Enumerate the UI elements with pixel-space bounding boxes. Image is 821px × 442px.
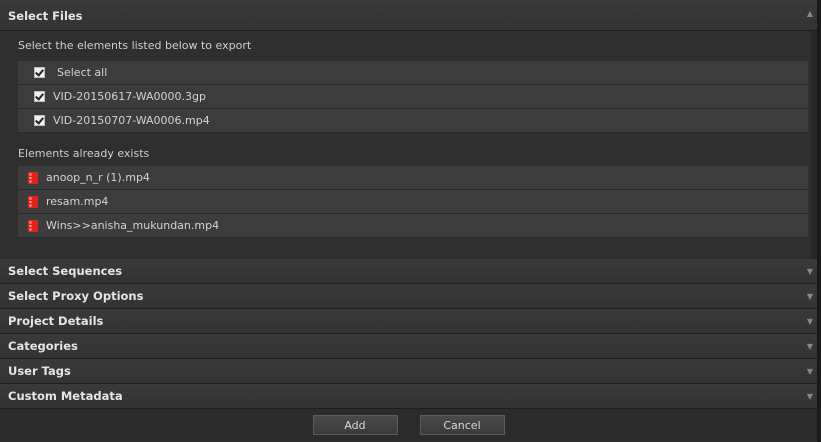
select-files-body: Select the elements listed below to expo… (0, 31, 817, 259)
collapse-arrow-icon[interactable]: ▲ (807, 9, 813, 18)
file-checkbox-icon[interactable] (34, 91, 45, 102)
cancel-button[interactable]: Cancel (419, 415, 505, 435)
section-title: Select Files (8, 9, 83, 23)
existing-file-name: anoop_n_r (1).mp4 (46, 171, 150, 184)
existing-row: Wins>>anisha_mukundan.mp4 (18, 214, 808, 238)
export-instruction: Select the elements listed below to expo… (18, 39, 252, 52)
file-exists-icon (28, 219, 38, 232)
section-title: Select Proxy Options (8, 289, 144, 303)
exists-label: Elements already exists (18, 147, 150, 160)
section-header-select-proxy-options[interactable]: Select Proxy Options ▼ (0, 284, 817, 309)
existing-file-name: Wins>>anisha_mukundan.mp4 (46, 219, 220, 232)
section-title: Categories (8, 339, 78, 353)
file-exists-icon (28, 171, 38, 184)
file-name: VID-20150617-WA0000.3gp (53, 90, 206, 103)
existing-row: anoop_n_r (1).mp4 (18, 166, 808, 190)
file-exists-icon (28, 195, 38, 208)
file-row[interactable]: VID-20150617-WA0000.3gp (18, 85, 808, 109)
expand-arrow-icon[interactable]: ▼ (807, 267, 813, 276)
section-header-user-tags[interactable]: User Tags ▼ (0, 359, 817, 384)
file-name: VID-20150707-WA0006.mp4 (53, 114, 210, 127)
select-all-row[interactable]: Select all (18, 61, 808, 85)
expand-arrow-icon[interactable]: ▼ (807, 392, 813, 401)
expand-arrow-icon[interactable]: ▼ (807, 342, 813, 351)
expand-arrow-icon[interactable]: ▼ (807, 292, 813, 301)
existing-file-name: resam.mp4 (46, 195, 109, 208)
file-checkbox-icon[interactable] (34, 115, 45, 126)
section-title: User Tags (8, 364, 71, 378)
section-header-custom-metadata[interactable]: Custom Metadata ▼ (0, 384, 817, 409)
section-header-categories[interactable]: Categories ▼ (0, 334, 817, 359)
section-header-select-sequences[interactable]: Select Sequences ▼ (0, 259, 817, 284)
file-row[interactable]: VID-20150707-WA0006.mp4 (18, 109, 808, 133)
add-button[interactable]: Add (312, 415, 398, 435)
expand-arrow-icon[interactable]: ▼ (807, 317, 813, 326)
select-all-checkbox-icon[interactable] (34, 67, 45, 78)
section-title: Custom Metadata (8, 389, 123, 403)
section-title: Select Sequences (8, 264, 123, 278)
section-title: Project Details (8, 314, 104, 328)
section-header-select-files[interactable]: Select Files ▲ (0, 0, 817, 31)
dialog-footer: Add Cancel (0, 409, 817, 441)
section-header-project-details[interactable]: Project Details ▼ (0, 309, 817, 334)
select-all-label: Select all (57, 66, 108, 79)
export-panel: Select Files ▲ Select the elements liste… (0, 0, 817, 442)
window-edge (817, 0, 821, 442)
expand-arrow-icon[interactable]: ▼ (807, 367, 813, 376)
existing-row: resam.mp4 (18, 190, 808, 214)
